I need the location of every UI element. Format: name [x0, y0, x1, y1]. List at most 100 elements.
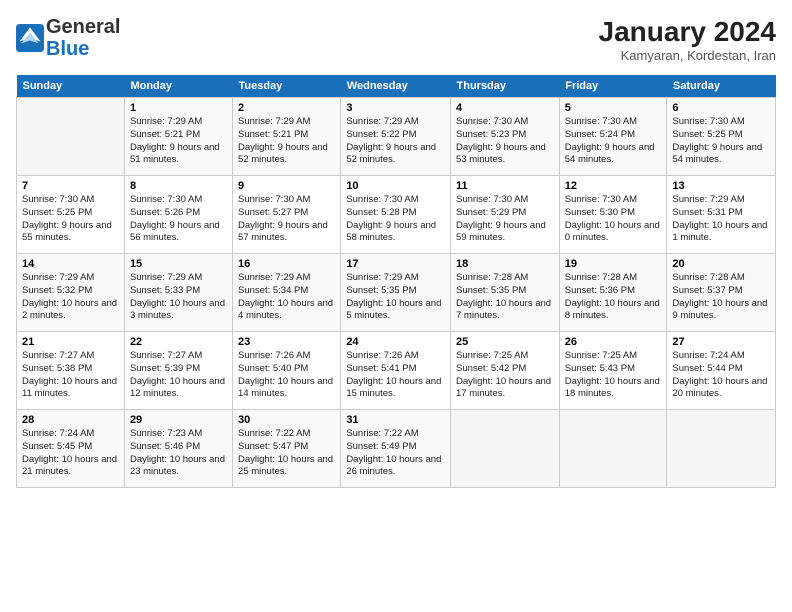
day-number: 1 [130, 102, 227, 114]
day-number: 30 [238, 414, 335, 426]
calendar-cell: 10 Sunrise: 7:30 AMSunset: 5:28 PMDayligh… [341, 176, 451, 254]
day-info: Sunrise: 7:30 AMSunset: 5:23 PMDaylight:… [456, 116, 554, 167]
day-number: 25 [456, 336, 554, 348]
day-info: Sunrise: 7:24 AMSunset: 5:44 PMDaylight:… [672, 350, 770, 401]
day-number: 6 [672, 102, 770, 114]
day-info: Sunrise: 7:30 AMSunset: 5:27 PMDaylight:… [238, 194, 335, 245]
day-info: Sunrise: 7:29 AMSunset: 5:22 PMDaylight:… [346, 116, 445, 167]
day-number: 14 [22, 258, 119, 270]
day-number: 21 [22, 336, 119, 348]
day-info: Sunrise: 7:29 AMSunset: 5:33 PMDaylight:… [130, 272, 227, 323]
day-number: 24 [346, 336, 445, 348]
calendar-cell: 20 Sunrise: 7:28 AMSunset: 5:37 PMDayligh… [667, 254, 776, 332]
calendar-cell: 3 Sunrise: 7:29 AMSunset: 5:22 PMDaylight… [341, 98, 451, 176]
day-info: Sunrise: 7:29 AMSunset: 5:32 PMDaylight:… [22, 272, 119, 323]
calendar-cell: 30 Sunrise: 7:22 AMSunset: 5:47 PMDayligh… [233, 410, 341, 488]
day-number: 2 [238, 102, 335, 114]
calendar-cell: 11 Sunrise: 7:30 AMSunset: 5:29 PMDayligh… [451, 176, 560, 254]
calendar-cell: 28Sunrise: 7:24 AMSunset: 5:45 PMDayligh… [17, 410, 125, 488]
day-info: Sunrise: 7:22 AMSunset: 5:49 PMDaylight:… [346, 428, 445, 479]
day-info: Sunrise: 7:30 AMSunset: 5:29 PMDaylight:… [456, 194, 554, 245]
day-info: Sunrise: 7:30 AMSunset: 5:24 PMDaylight:… [565, 116, 662, 167]
logo: General Blue [16, 16, 120, 60]
location-subtitle: Kamyaran, Kordestan, Iran [599, 48, 776, 63]
day-info: Sunrise: 7:25 AMSunset: 5:42 PMDaylight:… [456, 350, 554, 401]
calendar-week-row: 21 Sunrise: 7:27 AMSunset: 5:38 PMDayligh… [17, 332, 776, 410]
calendar-cell: 31Sunrise: 7:22 AMSunset: 5:49 PMDayligh… [341, 410, 451, 488]
calendar-cell: 19 Sunrise: 7:28 AMSunset: 5:36 PMDayligh… [559, 254, 667, 332]
day-number: 18 [456, 258, 554, 270]
col-tuesday: Tuesday [233, 75, 341, 98]
logo-text: General Blue [46, 16, 120, 60]
calendar-cell: 21 Sunrise: 7:27 AMSunset: 5:38 PMDayligh… [17, 332, 125, 410]
calendar-cell: 9 Sunrise: 7:30 AMSunset: 5:27 PMDaylight… [233, 176, 341, 254]
day-number: 19 [565, 258, 662, 270]
day-info: Sunrise: 7:30 AMSunset: 5:28 PMDaylight:… [346, 194, 445, 245]
day-info: Sunrise: 7:30 AMSunset: 5:30 PMDaylight:… [565, 194, 662, 245]
calendar-week-row: 28Sunrise: 7:24 AMSunset: 5:45 PMDayligh… [17, 410, 776, 488]
day-info: Sunrise: 7:27 AMSunset: 5:38 PMDaylight:… [22, 350, 119, 401]
calendar-week-row: 7 Sunrise: 7:30 AMSunset: 5:25 PMDaylight… [17, 176, 776, 254]
day-number: 13 [672, 180, 770, 192]
header-row: Sunday Monday Tuesday Wednesday Thursday… [17, 75, 776, 98]
day-info: Sunrise: 7:29 AMSunset: 5:31 PMDaylight:… [672, 194, 770, 245]
col-monday: Monday [124, 75, 232, 98]
day-info: Sunrise: 7:29 AMSunset: 5:21 PMDaylight:… [238, 116, 335, 167]
calendar-cell: 29 Sunrise: 7:23 AMSunset: 5:46 PMDayligh… [124, 410, 232, 488]
calendar-table: Sunday Monday Tuesday Wednesday Thursday… [16, 75, 776, 488]
day-number: 29 [130, 414, 227, 426]
calendar-cell: 12Sunrise: 7:30 AMSunset: 5:30 PMDayligh… [559, 176, 667, 254]
title-block: January 2024 Kamyaran, Kordestan, Iran [599, 16, 776, 63]
page-container: General Blue January 2024 Kamyaran, Kord… [0, 0, 792, 496]
calendar-cell: 23 Sunrise: 7:26 AMSunset: 5:40 PMDayligh… [233, 332, 341, 410]
day-number: 3 [346, 102, 445, 114]
calendar-cell: 1 Sunrise: 7:29 AMSunset: 5:21 PMDaylight… [124, 98, 232, 176]
day-number: 15 [130, 258, 227, 270]
logo-blue: Blue [46, 38, 89, 60]
day-number: 11 [456, 180, 554, 192]
calendar-week-row: 14 Sunrise: 7:29 AMSunset: 5:32 PMDayligh… [17, 254, 776, 332]
day-info: Sunrise: 7:30 AMSunset: 5:25 PMDaylight:… [22, 194, 119, 245]
day-number: 28 [22, 414, 119, 426]
calendar-cell: 7 Sunrise: 7:30 AMSunset: 5:25 PMDaylight… [17, 176, 125, 254]
calendar-cell: 27 Sunrise: 7:24 AMSunset: 5:44 PMDayligh… [667, 332, 776, 410]
calendar-cell: 24 Sunrise: 7:26 AMSunset: 5:41 PMDayligh… [341, 332, 451, 410]
day-number: 17 [346, 258, 445, 270]
col-sunday: Sunday [17, 75, 125, 98]
calendar-cell [17, 98, 125, 176]
calendar-cell: 16Sunrise: 7:29 AMSunset: 5:34 PMDayligh… [233, 254, 341, 332]
calendar-cell: 14 Sunrise: 7:29 AMSunset: 5:32 PMDayligh… [17, 254, 125, 332]
day-info: Sunrise: 7:26 AMSunset: 5:41 PMDaylight:… [346, 350, 445, 401]
day-number: 20 [672, 258, 770, 270]
day-number: 27 [672, 336, 770, 348]
day-number: 10 [346, 180, 445, 192]
day-info: Sunrise: 7:30 AMSunset: 5:25 PMDaylight:… [672, 116, 770, 167]
logo-general: General [46, 16, 120, 38]
day-info: Sunrise: 7:26 AMSunset: 5:40 PMDaylight:… [238, 350, 335, 401]
day-info: Sunrise: 7:29 AMSunset: 5:35 PMDaylight:… [346, 272, 445, 323]
page-header: General Blue January 2024 Kamyaran, Kord… [16, 16, 776, 63]
day-number: 26 [565, 336, 662, 348]
day-info: Sunrise: 7:27 AMSunset: 5:39 PMDaylight:… [130, 350, 227, 401]
day-info: Sunrise: 7:23 AMSunset: 5:46 PMDaylight:… [130, 428, 227, 479]
day-info: Sunrise: 7:28 AMSunset: 5:36 PMDaylight:… [565, 272, 662, 323]
calendar-cell: 25 Sunrise: 7:25 AMSunset: 5:42 PMDayligh… [451, 332, 560, 410]
calendar-cell: 2 Sunrise: 7:29 AMSunset: 5:21 PMDaylight… [233, 98, 341, 176]
day-info: Sunrise: 7:22 AMSunset: 5:47 PMDaylight:… [238, 428, 335, 479]
day-number: 9 [238, 180, 335, 192]
day-info: Sunrise: 7:29 AMSunset: 5:34 PMDaylight:… [238, 272, 335, 323]
day-info: Sunrise: 7:28 AMSunset: 5:37 PMDaylight:… [672, 272, 770, 323]
day-number: 23 [238, 336, 335, 348]
month-year-title: January 2024 [599, 16, 776, 48]
day-number: 7 [22, 180, 119, 192]
calendar-cell: 8Sunrise: 7:30 AMSunset: 5:26 PMDaylight… [124, 176, 232, 254]
calendar-cell: 17 Sunrise: 7:29 AMSunset: 5:35 PMDayligh… [341, 254, 451, 332]
calendar-cell [559, 410, 667, 488]
calendar-cell: 4Sunrise: 7:30 AMSunset: 5:23 PMDaylight… [451, 98, 560, 176]
day-info: Sunrise: 7:29 AMSunset: 5:21 PMDaylight:… [130, 116, 227, 167]
calendar-cell: 26 Sunrise: 7:25 AMSunset: 5:43 PMDayligh… [559, 332, 667, 410]
day-number: 8 [130, 180, 227, 192]
day-info: Sunrise: 7:25 AMSunset: 5:43 PMDaylight:… [565, 350, 662, 401]
calendar-cell [667, 410, 776, 488]
day-number: 22 [130, 336, 227, 348]
